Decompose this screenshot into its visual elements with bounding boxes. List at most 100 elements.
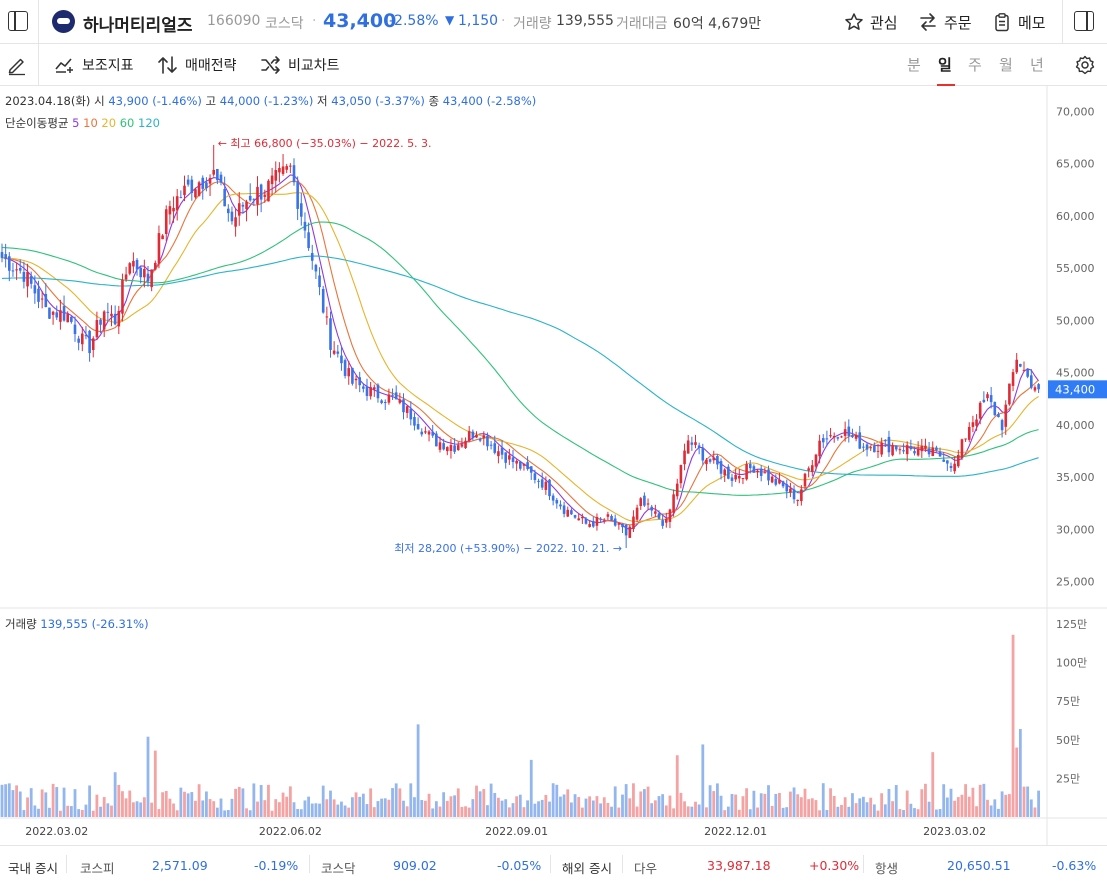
candle-body [880, 442, 883, 455]
volume-bar [613, 786, 617, 817]
star-icon [845, 13, 863, 30]
volume-value: 139,555 [556, 13, 614, 29]
strategy-button[interactable]: 매매전략 [157, 54, 237, 76]
volume-bar [562, 794, 566, 817]
volume-bar [486, 805, 489, 817]
candle-body [818, 440, 821, 457]
volume-bar [847, 806, 851, 817]
volume-bar [310, 803, 314, 817]
period-week-tab[interactable]: 주 [968, 54, 982, 75]
indicator-button[interactable]: 보조지표 [54, 54, 134, 76]
kospi-label[interactable]: 코스피 [80, 858, 115, 877]
candle-body [113, 313, 117, 325]
candle-body [343, 360, 347, 376]
volume-bar [55, 787, 59, 817]
candle-body [1011, 372, 1015, 386]
candle-body [409, 408, 413, 420]
volume-bar [442, 792, 446, 817]
volume-bar [938, 809, 942, 817]
sidebar-toggle-icon[interactable] [8, 11, 28, 31]
candle-body [858, 432, 862, 449]
hangseng-label[interactable]: 항생 [875, 858, 898, 877]
candle-body [365, 386, 369, 396]
volume-bar [26, 797, 29, 817]
candle-body [811, 465, 814, 473]
candle-body [957, 454, 960, 467]
watchlist-label: 관심 [870, 13, 898, 32]
order-button[interactable]: 주문 [918, 10, 972, 34]
candle-body [800, 489, 803, 502]
panel-toggle-icon[interactable] [1074, 11, 1094, 31]
candle-body [989, 395, 993, 403]
date-tick-label: 2022.03.02 [25, 825, 88, 838]
trade-amount-label: 거래대금 [616, 16, 668, 32]
pencil-icon[interactable] [6, 54, 28, 76]
separator: · [312, 13, 317, 29]
volume-bar [409, 783, 413, 817]
memo-button[interactable]: 메모 [992, 10, 1046, 34]
period-year-tab[interactable]: 년 [1030, 54, 1044, 75]
volume-bar [1018, 728, 1022, 817]
volume-bar [471, 799, 475, 817]
trade-amount-value: 60억 4,679만 [673, 16, 762, 32]
volume-bar [372, 807, 376, 817]
candle-body [1008, 383, 1011, 405]
volume-bar [872, 804, 876, 817]
candle-body [208, 177, 212, 184]
high-annotation: ← 최고 66,800 (−35.03%) − 2022. 5. 3. [218, 137, 432, 150]
volume-bar [548, 801, 551, 817]
period-month-tab[interactable]: 월 [999, 54, 1013, 75]
volume-tick-label: 25만 [1056, 772, 1080, 785]
volume-bar [653, 800, 657, 817]
price-tick-label: 65,000 [1056, 158, 1095, 171]
low-label: 저 [317, 94, 328, 108]
candle-body [778, 479, 781, 484]
candle-body [314, 264, 318, 272]
candle-body [559, 504, 562, 507]
candle-body [570, 510, 573, 515]
volume-bar [307, 796, 310, 817]
candle-body [927, 448, 931, 455]
chart-canvas[interactable]: 70,000 65,000 60,000 55,000 50,000 45,000 40,0… [0, 86, 1107, 845]
candle-body [420, 431, 424, 435]
volume-tick-label: 100만 [1056, 657, 1087, 670]
candle-body [913, 451, 916, 454]
volume-bar [336, 804, 340, 817]
volume-bar [402, 800, 405, 817]
candle-body [307, 232, 310, 249]
volume-bar [358, 796, 362, 817]
period-day-tab[interactable]: 일 [938, 54, 952, 75]
compare-button[interactable]: 비교차트 [260, 54, 340, 76]
candle-body [515, 460, 518, 464]
candle-body [814, 454, 818, 467]
volume-bar [270, 810, 274, 817]
period-minute-tab[interactable]: 분 [907, 54, 921, 75]
candle-body [829, 435, 832, 437]
candle-body [88, 330, 91, 354]
candle-body [380, 400, 383, 404]
price-chart[interactable]: 70,000 65,000 60,000 55,000 50,000 45,000 40,0… [0, 86, 1107, 845]
candle-body [26, 272, 29, 287]
watchlist-button[interactable]: 관심 [844, 10, 898, 34]
candle-body [924, 445, 927, 449]
volume-bar [343, 805, 347, 817]
volume-bar [854, 803, 858, 817]
volume-bar [267, 784, 270, 817]
volume-bar [551, 783, 555, 817]
volume-info-value: 139,555 (-26.31%) [40, 617, 149, 631]
candle-body [11, 270, 15, 272]
candle-body [529, 466, 533, 473]
gear-icon[interactable] [1074, 54, 1096, 76]
kosdaq-label[interactable]: 코스닥 [321, 858, 356, 877]
volume-bar [252, 783, 256, 817]
dow-label[interactable]: 다우 [634, 858, 657, 877]
candle-body [639, 498, 643, 507]
candle-body [537, 480, 540, 482]
volume-bar [909, 803, 913, 817]
volume-bar [99, 806, 102, 817]
candle-body [920, 445, 924, 452]
candle-body [588, 524, 591, 527]
candle-body [697, 445, 701, 448]
candle-body [508, 455, 511, 460]
candle-body [310, 253, 314, 261]
